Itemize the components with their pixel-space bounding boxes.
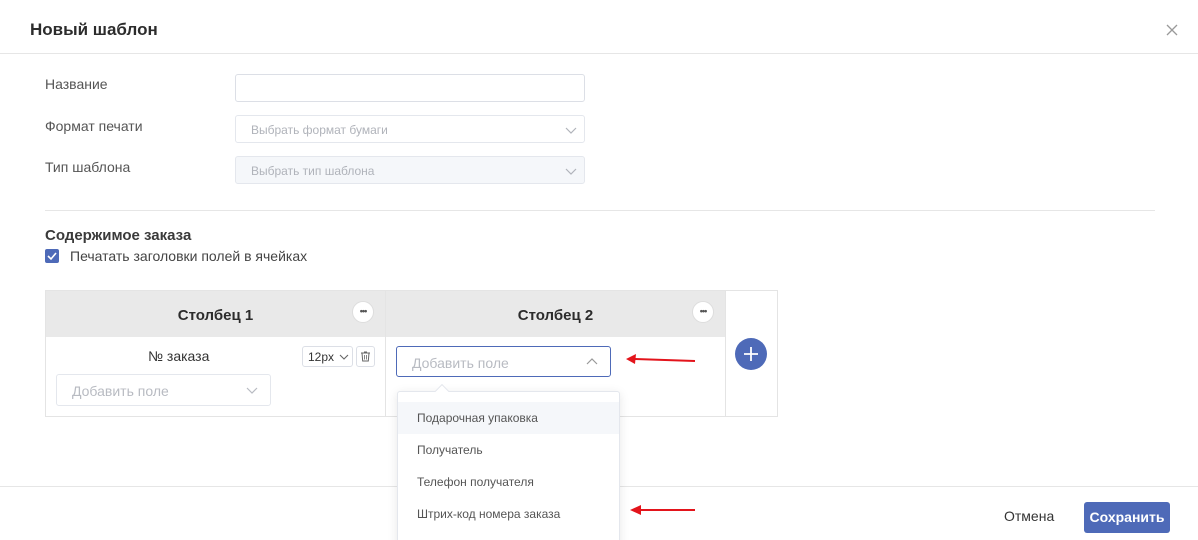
- print-format-label: Формат печати: [45, 118, 143, 134]
- chevron-down-icon: [339, 354, 349, 360]
- cancel-button[interactable]: Отмена: [1004, 508, 1054, 524]
- plus-icon: [744, 347, 758, 361]
- print-headers-label[interactable]: Печатать заголовки полей в ячейках: [70, 248, 307, 264]
- template-type-select[interactable]: Выбрать тип шаблона: [235, 156, 585, 184]
- font-size-value: 12px: [308, 350, 335, 364]
- name-label: Название: [45, 76, 108, 92]
- chevron-down-icon: [565, 168, 577, 175]
- section-divider: [45, 210, 1155, 211]
- column-2-more-button[interactable]: •••: [692, 301, 714, 323]
- template-type-label: Тип шаблона: [45, 159, 131, 175]
- more-icon: •••: [699, 306, 708, 316]
- print-format-placeholder: Выбрать формат бумаги: [251, 123, 388, 137]
- close-icon[interactable]: [1163, 21, 1181, 39]
- close-button[interactable]: [1163, 21, 1181, 39]
- chevron-down-icon: [565, 127, 577, 134]
- column-1-more-button[interactable]: •••: [352, 301, 374, 323]
- print-headers-checkbox[interactable]: [45, 249, 59, 263]
- add-field-placeholder: Добавить поле: [72, 383, 169, 399]
- save-button[interactable]: Сохранить: [1084, 502, 1170, 533]
- check-icon: [47, 252, 57, 261]
- add-field-dropdown: Подарочная упаковка Получатель Телефон п…: [397, 391, 620, 540]
- dropdown-item[interactable]: Подарочная упаковка: [398, 402, 619, 434]
- header-divider: [0, 53, 1198, 54]
- annotation-arrow-icon: [630, 505, 695, 515]
- delete-field-button[interactable]: [356, 346, 375, 367]
- dropdown-item[interactable]: Получатель: [398, 434, 619, 466]
- dropdown-item[interactable]: Штрих-код номера заказа: [398, 498, 619, 530]
- chevron-down-icon: [246, 387, 258, 394]
- field-name: № заказа: [148, 348, 210, 364]
- column-2-title: Столбец 2: [517, 307, 594, 324]
- font-size-select[interactable]: 12px: [302, 346, 353, 367]
- add-column-button[interactable]: [735, 338, 767, 370]
- more-icon: •••: [359, 306, 368, 316]
- modal-title: Новый шаблон: [30, 20, 158, 39]
- add-field-placeholder: Добавить поле: [412, 355, 509, 371]
- chevron-up-icon: [586, 358, 598, 365]
- column-1-title: Столбец 1: [177, 307, 254, 324]
- print-format-select[interactable]: Выбрать формат бумаги: [235, 115, 585, 143]
- name-input[interactable]: [235, 74, 585, 102]
- trash-icon: [361, 351, 370, 362]
- column-2-add-field-select[interactable]: Добавить поле: [396, 346, 611, 377]
- dropdown-item[interactable]: Телефон получателя: [398, 466, 619, 498]
- section-title: Содержимое заказа: [45, 227, 192, 244]
- column-1-add-field-select[interactable]: Добавить поле: [56, 374, 271, 406]
- template-type-placeholder: Выбрать тип шаблона: [251, 164, 375, 178]
